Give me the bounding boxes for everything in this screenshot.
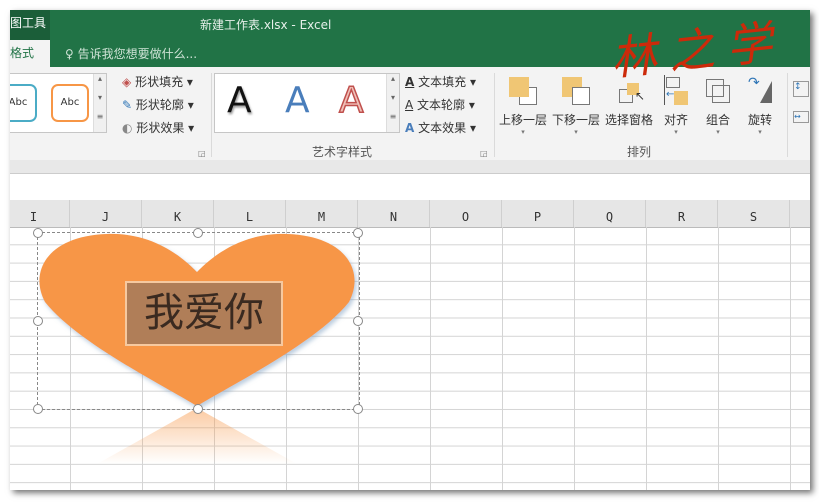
pen-icon: ✎ <box>122 98 133 112</box>
resize-handle-bottom[interactable] <box>193 404 203 414</box>
arrange-group-label: 排列 <box>627 145 652 159</box>
column-header-s[interactable]: S <box>718 200 790 227</box>
shape-outline-button[interactable]: ✎ 形状轮廓 ▾ <box>122 96 194 113</box>
text-fill-button[interactable]: A 文本填充 ▾ <box>405 73 476 90</box>
wordart-dialog-launcher-icon[interactable]: ◲ <box>480 149 488 158</box>
send-backward-label: 下移一层 <box>551 113 600 127</box>
dialog-launcher-icon[interactable]: ◲ <box>198 149 206 158</box>
column-header-n[interactable]: N <box>358 200 430 227</box>
column-header-p[interactable]: P <box>502 200 574 227</box>
shape-effects-button[interactable]: ◐ 形状效果 ▾ <box>122 119 194 136</box>
shape-effects-icon: ◐ <box>122 121 133 135</box>
column-header-l[interactable]: L <box>214 200 286 227</box>
shape-fill-button[interactable]: ◈ 形状填充 ▾ <box>122 73 193 90</box>
rotate-button[interactable]: ↷ 旋转 ▾ <box>742 75 778 136</box>
send-backward-button[interactable]: 下移一层 ▾ <box>551 75 601 136</box>
shape-fill-label: 形状填充 <box>135 75 184 89</box>
text-fill-label: 文本填充 <box>418 75 467 89</box>
rotate-label: 旋转 <box>747 113 772 127</box>
resize-handle-right[interactable] <box>353 316 363 326</box>
selection-pane-label: 选择窗格 <box>604 113 653 127</box>
resize-handle-top[interactable] <box>193 228 203 238</box>
send-backward-icon <box>560 75 592 107</box>
resize-handle-left[interactable] <box>33 316 43 326</box>
resize-handle-top-right[interactable] <box>353 228 363 238</box>
formula-bar[interactable] <box>10 174 810 201</box>
tell-me-text: 告诉我您想要做什么... <box>77 47 198 61</box>
wordart-gallery-scrollbar[interactable]: ▴ ▾ ≡ <box>386 74 399 132</box>
wordart-gallery[interactable]: A A A ▴ ▾ ≡ <box>214 73 400 133</box>
text-outline-label: 文本轮廓 <box>417 98 466 112</box>
height-icon[interactable]: ↕ <box>793 81 809 97</box>
gallery-scrollbar[interactable]: ▴ ▾ ≡ <box>93 74 106 132</box>
group-button[interactable]: 组合 ▾ <box>700 75 736 136</box>
shape-style-1[interactable]: Abc <box>10 84 37 122</box>
column-header-m[interactable]: M <box>286 200 358 227</box>
context-tab-drawing-tools[interactable]: 图工具 <box>10 10 50 40</box>
window-title: 新建工作表.xlsx - Excel <box>200 18 332 32</box>
ribbon: Abc Abc ▴ ▾ ≡ ◈ 形状填充 ▾ ✎ 形状轮廓 ▾ ◐ 形状效果 ▾ ◲… <box>10 67 810 161</box>
bring-forward-icon <box>507 75 539 107</box>
resize-handle-bottom-right[interactable] <box>353 404 363 414</box>
rotate-icon: ↷ <box>744 75 776 107</box>
column-header-j[interactable]: J <box>70 200 142 227</box>
group-icon <box>702 75 734 107</box>
resize-handle-top-left[interactable] <box>33 228 43 238</box>
text-outline-button[interactable]: A 文本轮廓 ▾ <box>405 96 475 113</box>
bring-forward-button[interactable]: 上移一层 ▾ <box>498 75 548 136</box>
wordart-group-label: 艺术字样式 <box>312 145 373 159</box>
wordart-style-red-outline[interactable]: A <box>338 79 364 122</box>
group-label: 组合 <box>705 113 730 127</box>
text-outline-icon: A <box>405 98 414 112</box>
text-effects-icon: A <box>405 121 415 135</box>
ribbon-bottom-bar <box>10 160 810 174</box>
text-effects-label: 文本效果 <box>418 121 467 135</box>
shape-style-2[interactable]: Abc <box>51 84 89 122</box>
column-header-r[interactable]: R <box>646 200 718 227</box>
column-headers: I J K L M N O P Q R S <box>10 200 810 228</box>
heart-reflection <box>97 408 297 464</box>
wordart-style-black[interactable]: A <box>227 80 252 121</box>
excel-window: 图工具 格式 新建工作表.xlsx - Excel ♀ 告诉我您想要做什么...… <box>10 10 810 490</box>
column-header-i[interactable]: I <box>10 200 70 227</box>
align-label: 对齐 <box>663 113 688 127</box>
bring-forward-label: 上移一层 <box>498 113 547 127</box>
width-icon[interactable]: ↔ <box>793 111 809 123</box>
shape-style-gallery[interactable]: Abc Abc ▴ ▾ ≡ <box>10 73 107 133</box>
paint-bucket-icon: ◈ <box>122 75 132 89</box>
lightbulb-icon: ♀ <box>65 47 78 61</box>
heart-text[interactable]: 我爱你 <box>125 281 283 346</box>
column-header-q[interactable]: Q <box>574 200 646 227</box>
align-button[interactable]: ← 对齐 ▾ <box>658 75 694 136</box>
shape-outline-label: 形状轮廓 <box>135 98 184 112</box>
text-effects-button[interactable]: A 文本效果 ▾ <box>405 119 476 136</box>
column-header-k[interactable]: K <box>142 200 214 227</box>
wordart-style-blue[interactable]: A <box>285 80 310 121</box>
text-fill-icon: A <box>405 75 415 89</box>
shape-effects-label: 形状效果 <box>136 121 185 135</box>
column-header-o[interactable]: O <box>430 200 502 227</box>
tell-me-box[interactable]: ♀ 告诉我您想要做什么... <box>65 45 197 62</box>
resize-handle-bottom-left[interactable] <box>33 404 43 414</box>
tab-format[interactable]: 格式 <box>10 40 50 67</box>
